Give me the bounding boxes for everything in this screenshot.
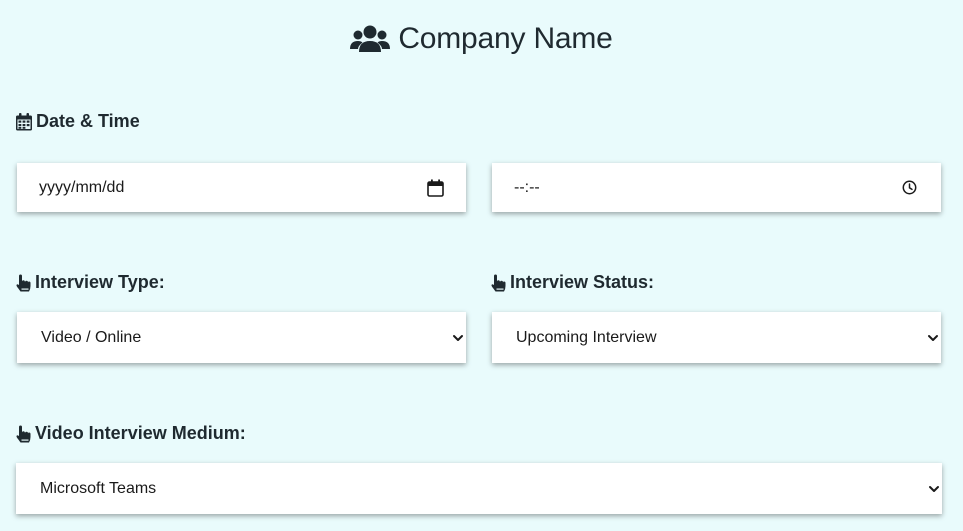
chevron-down-icon[interactable] bbox=[928, 484, 940, 494]
date-time-label: Date & Time bbox=[16, 111, 140, 132]
date-input[interactable]: yyyy/mm/dd bbox=[17, 163, 466, 212]
interview-status-label: Interview Status: bbox=[491, 272, 654, 293]
clock-icon[interactable] bbox=[902, 180, 917, 195]
video-medium-select[interactable]: Microsoft Teams bbox=[16, 463, 942, 514]
date-input-value: yyyy/mm/dd bbox=[39, 178, 125, 196]
video-medium-label: Video Interview Medium: bbox=[16, 423, 246, 444]
calendar-picker-icon[interactable] bbox=[427, 179, 444, 197]
page-header: Company Name bbox=[0, 22, 963, 56]
video-medium-selected: Microsoft Teams bbox=[40, 479, 157, 497]
time-input[interactable]: --:-- bbox=[492, 163, 941, 212]
interview-type-label-text: Interview Type: bbox=[35, 272, 165, 292]
chevron-down-icon[interactable] bbox=[452, 333, 464, 343]
interview-type-selected: Video / Online bbox=[41, 328, 142, 346]
interview-status-select[interactable]: Upcoming Interview bbox=[492, 312, 941, 363]
video-medium-label-text: Video Interview Medium: bbox=[35, 423, 246, 443]
page-title: Company Name bbox=[398, 22, 613, 55]
date-time-label-text: Date & Time bbox=[36, 111, 140, 131]
interview-type-select[interactable]: Video / Online bbox=[17, 312, 466, 363]
time-input-value: --:-- bbox=[514, 178, 540, 196]
pointer-hand-icon bbox=[16, 274, 31, 292]
pointer-hand-icon bbox=[16, 425, 31, 443]
users-icon bbox=[350, 24, 391, 54]
pointer-hand-icon bbox=[491, 274, 506, 292]
interview-status-label-text: Interview Status: bbox=[510, 272, 655, 292]
chevron-down-icon[interactable] bbox=[927, 333, 939, 343]
interview-type-label: Interview Type: bbox=[16, 272, 165, 293]
interview-status-selected: Upcoming Interview bbox=[516, 328, 657, 346]
calendar-icon bbox=[16, 112, 32, 131]
interview-form-page: Company Name Date & Time yyyy/mm/dd --:-… bbox=[0, 0, 963, 531]
